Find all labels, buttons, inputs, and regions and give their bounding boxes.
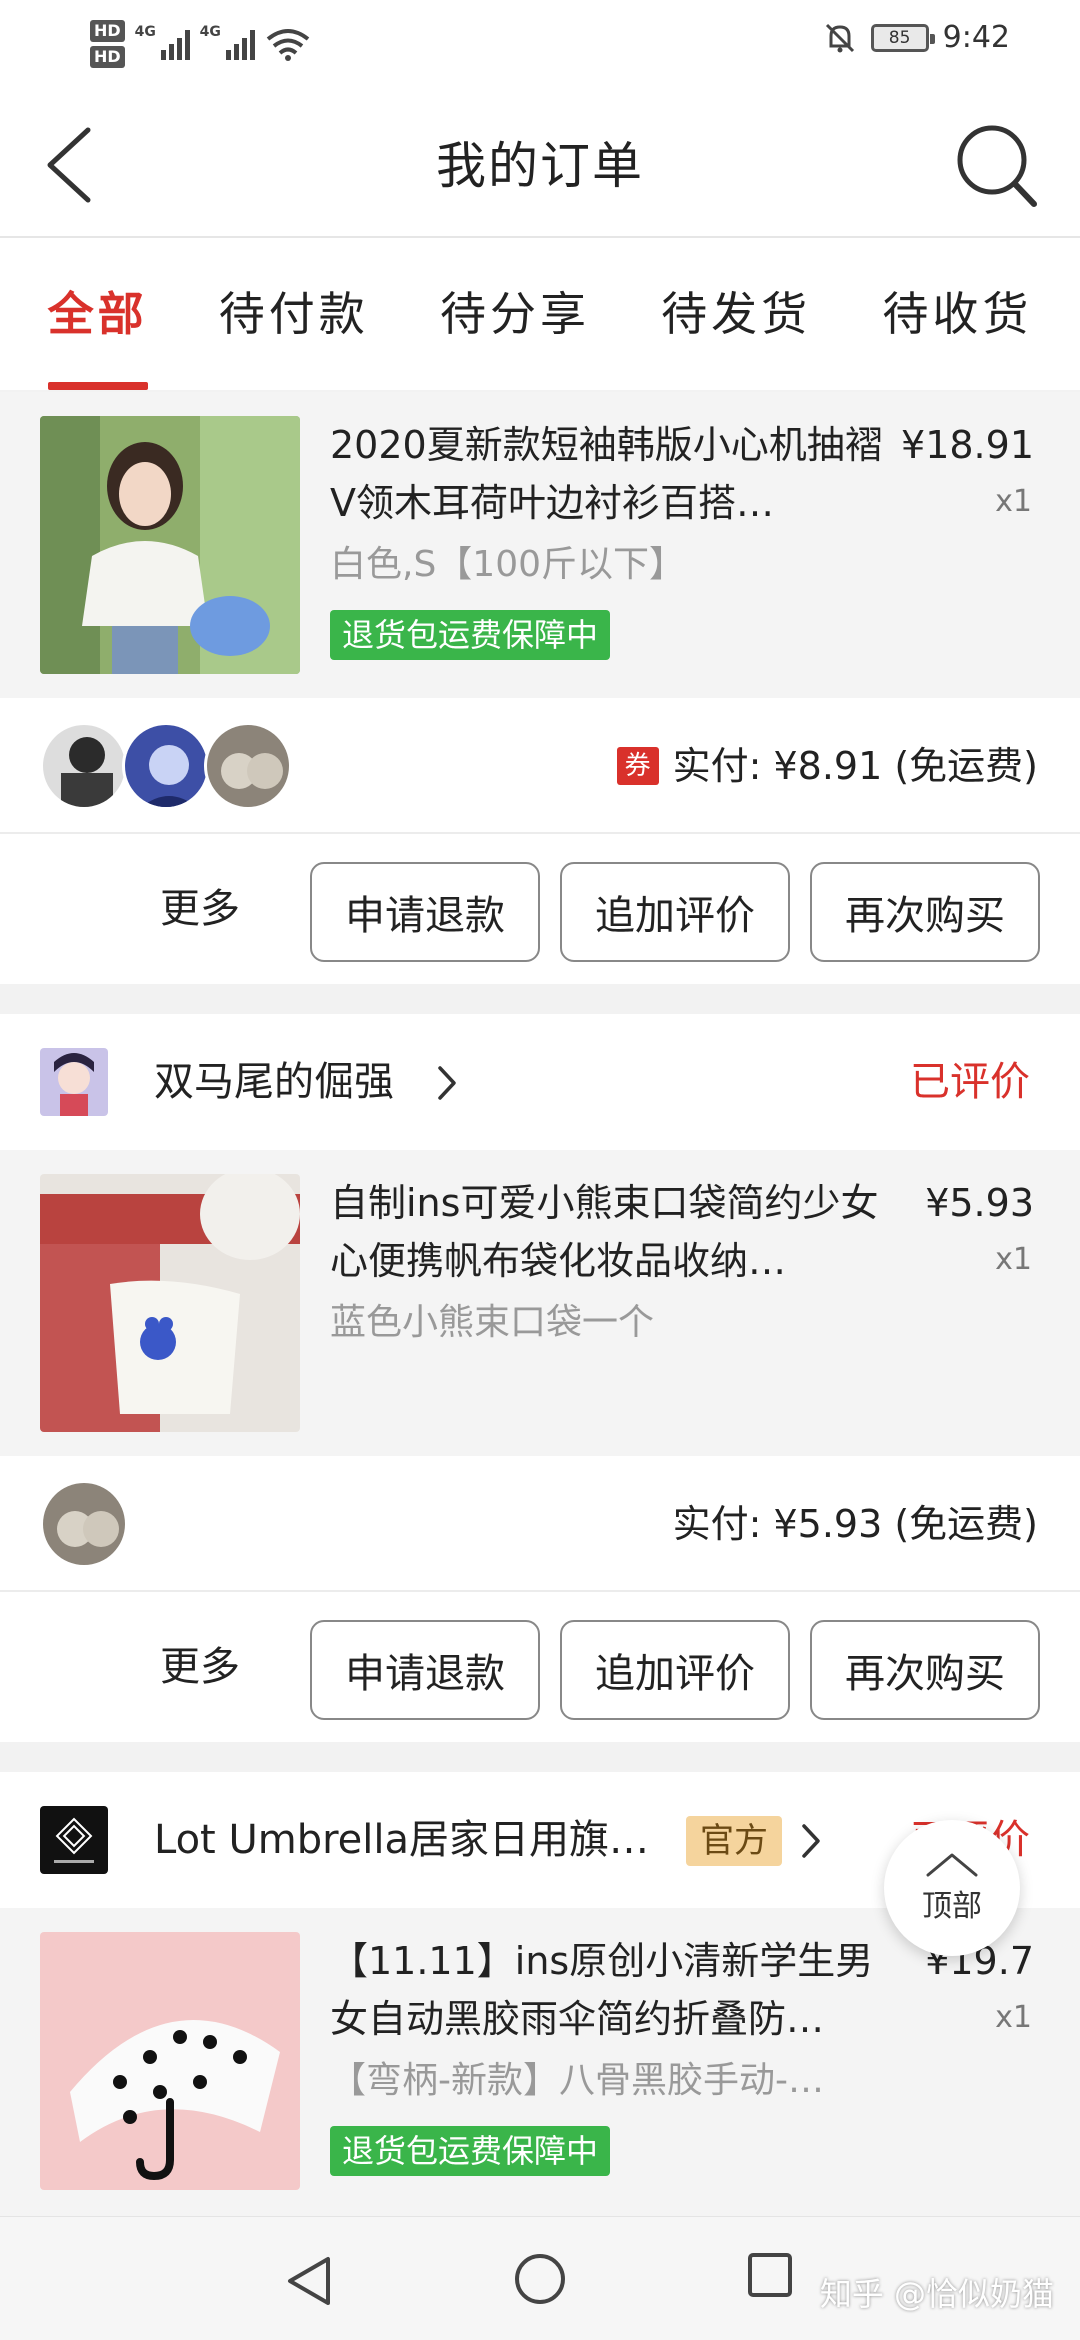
nav-recent-apps-icon[interactable] (746, 2251, 794, 2299)
paid-amount-text: 实付: ¥5.93 (免运费) (672, 1502, 1038, 1546)
shop-name[interactable]: 双马尾的倔强 (154, 1048, 394, 1116)
tab-pending-shipment[interactable]: 待发货 (661, 238, 811, 390)
avatar (40, 1480, 128, 1568)
chevron-right-icon[interactable] (432, 1062, 462, 1104)
order-item[interactable]: 自制ins可爱小熊束口袋简约少女心便携帆布袋化妆品收纳… ¥5.93 x1 蓝色… (0, 1150, 1080, 1456)
refund-button[interactable]: 申请退款 (310, 862, 540, 962)
product-spec: 蓝色小熊束口袋一个 (330, 1302, 655, 1343)
header: 我的订单 (0, 90, 1080, 238)
order-actions: 更多 申请退款 追加评价 再次购买 (0, 834, 1080, 984)
product-image[interactable] (40, 1932, 300, 2190)
paid-amount-text: 实付: ¥8.91 (免运费) (672, 744, 1038, 788)
coupon-icon: 券 (616, 747, 659, 785)
more-button[interactable]: 更多 (160, 1638, 240, 1696)
return-shipping-guarantee-badge: 退货包运费保障中 (330, 610, 611, 660)
system-navigation-bar: 知乎 @恰似奶猫 (0, 2216, 1080, 2340)
product-quantity: x1 (995, 2000, 1032, 2035)
product-price: ¥18.91 (901, 423, 1034, 467)
signal-icon-2: 4G (200, 24, 255, 60)
product-quantity: x1 (995, 1242, 1032, 1277)
nav-home-icon[interactable] (512, 2251, 568, 2307)
group-avatars (40, 1480, 128, 1568)
order-item[interactable]: 【11.11】ins原创小清新学生男女自动黑胶雨伞简约折叠防… ¥19.7 x1… (0, 1908, 1080, 2216)
tab-pending-share[interactable]: 待分享 (440, 238, 590, 390)
back-to-top-label: 顶部 (922, 1889, 982, 1924)
order-status: 已评价 (910, 1059, 1030, 1105)
nav-back-icon[interactable] (282, 2253, 336, 2309)
tab-pending-payment[interactable]: 待付款 (219, 238, 369, 390)
chevron-right-icon[interactable] (796, 1820, 826, 1862)
order-card: 双马尾的倔强 已评价 自制ins可爱小熊束口袋简约少女心便携帆布袋化妆品收纳… … (0, 1014, 1080, 1742)
shop-avatar[interactable] (40, 1806, 108, 1874)
avatar (40, 722, 128, 810)
return-shipping-guarantee-badge: 退货包运费保障中 (330, 2126, 611, 2176)
more-button[interactable]: 更多 (160, 880, 240, 938)
search-icon[interactable] (950, 120, 1040, 210)
order-actions: 更多 申请退款 追加评价 再次购买 (0, 1592, 1080, 1742)
watermark: 知乎 @恰似奶猫 (819, 2275, 1054, 2313)
page-title: 我的订单 (436, 137, 644, 195)
official-store-badge: 官方 (686, 1816, 782, 1866)
product-image[interactable] (40, 1174, 300, 1432)
group-avatars (40, 722, 292, 810)
network-label-1: 4G (134, 24, 156, 40)
clock: 9:42 (942, 20, 1010, 55)
avatar (204, 722, 292, 810)
hd-badge-2: HD (90, 46, 125, 68)
tab-pending-receipt[interactable]: 待收货 (882, 238, 1032, 390)
bell-muted-icon (825, 23, 854, 52)
battery-level: 85 (888, 27, 911, 48)
product-title[interactable]: 2020夏新款短袖韩版小心机抽褶V领木耳荷叶边衬衫百搭… (330, 416, 890, 532)
order-card: 2020夏新款短袖韩版小心机抽褶V领木耳荷叶边衬衫百搭… ¥18.91 x1 白… (0, 392, 1080, 984)
add-review-button[interactable]: 追加评价 (560, 862, 790, 962)
product-title[interactable]: 自制ins可爱小熊束口袋简约少女心便携帆布袋化妆品收纳… (330, 1174, 890, 1290)
refund-button[interactable]: 申请退款 (310, 1620, 540, 1720)
order-tabs: 全部 待付款 待分享 待发货 待收货 (0, 238, 1080, 390)
buy-again-button[interactable]: 再次购买 (810, 1620, 1040, 1720)
product-image[interactable] (40, 416, 300, 674)
add-review-button[interactable]: 追加评价 (560, 1620, 790, 1720)
status-right: 85 9:42 (823, 20, 1010, 55)
product-spec: 【弯柄-新款】八骨黑胶手动-… (330, 2060, 824, 2101)
product-title[interactable]: 【11.11】ins原创小清新学生男女自动黑胶雨伞简约折叠防… (330, 1932, 890, 2048)
product-spec: 白色,S【100斤以下】 (330, 544, 686, 585)
hd-indicators: HD HD (90, 20, 125, 68)
paid-amount: 实付: ¥5.93 (免运费) (673, 1496, 1038, 1552)
buy-again-button[interactable]: 再次购买 (810, 862, 1040, 962)
order-item[interactable]: 2020夏新款短袖韩版小心机抽褶V领木耳荷叶边衬衫百搭… ¥18.91 x1 白… (0, 392, 1080, 698)
shop-avatar[interactable] (40, 1048, 108, 1116)
avatar (122, 722, 210, 810)
hd-badge-1: HD (90, 20, 125, 42)
product-quantity: x1 (995, 484, 1032, 519)
paid-amount: 券 实付: ¥8.91 (免运费) (616, 738, 1038, 794)
chevron-up-icon (926, 1853, 978, 1877)
back-to-top-button[interactable]: 顶部 (884, 1820, 1020, 1956)
payment-row: 实付: ¥5.93 (免运费) (0, 1456, 1080, 1592)
network-label-2: 4G (199, 24, 221, 40)
payment-row: 券 实付: ¥8.91 (免运费) (0, 698, 1080, 834)
product-price: ¥5.93 (925, 1181, 1034, 1225)
wifi-icon (266, 29, 309, 61)
status-bar: HD HD 4G 4G 85 9:42 (0, 0, 1080, 90)
shop-row[interactable]: 双马尾的倔强 已评价 (0, 1014, 1080, 1150)
status-left: HD HD 4G 4G (90, 14, 311, 74)
shop-name[interactable]: Lot Umbrella居家日用旗… (154, 1806, 649, 1874)
battery-icon: 85 (870, 23, 935, 52)
signal-icon-1: 4G (135, 24, 190, 60)
tab-all[interactable]: 全部 (47, 238, 148, 390)
